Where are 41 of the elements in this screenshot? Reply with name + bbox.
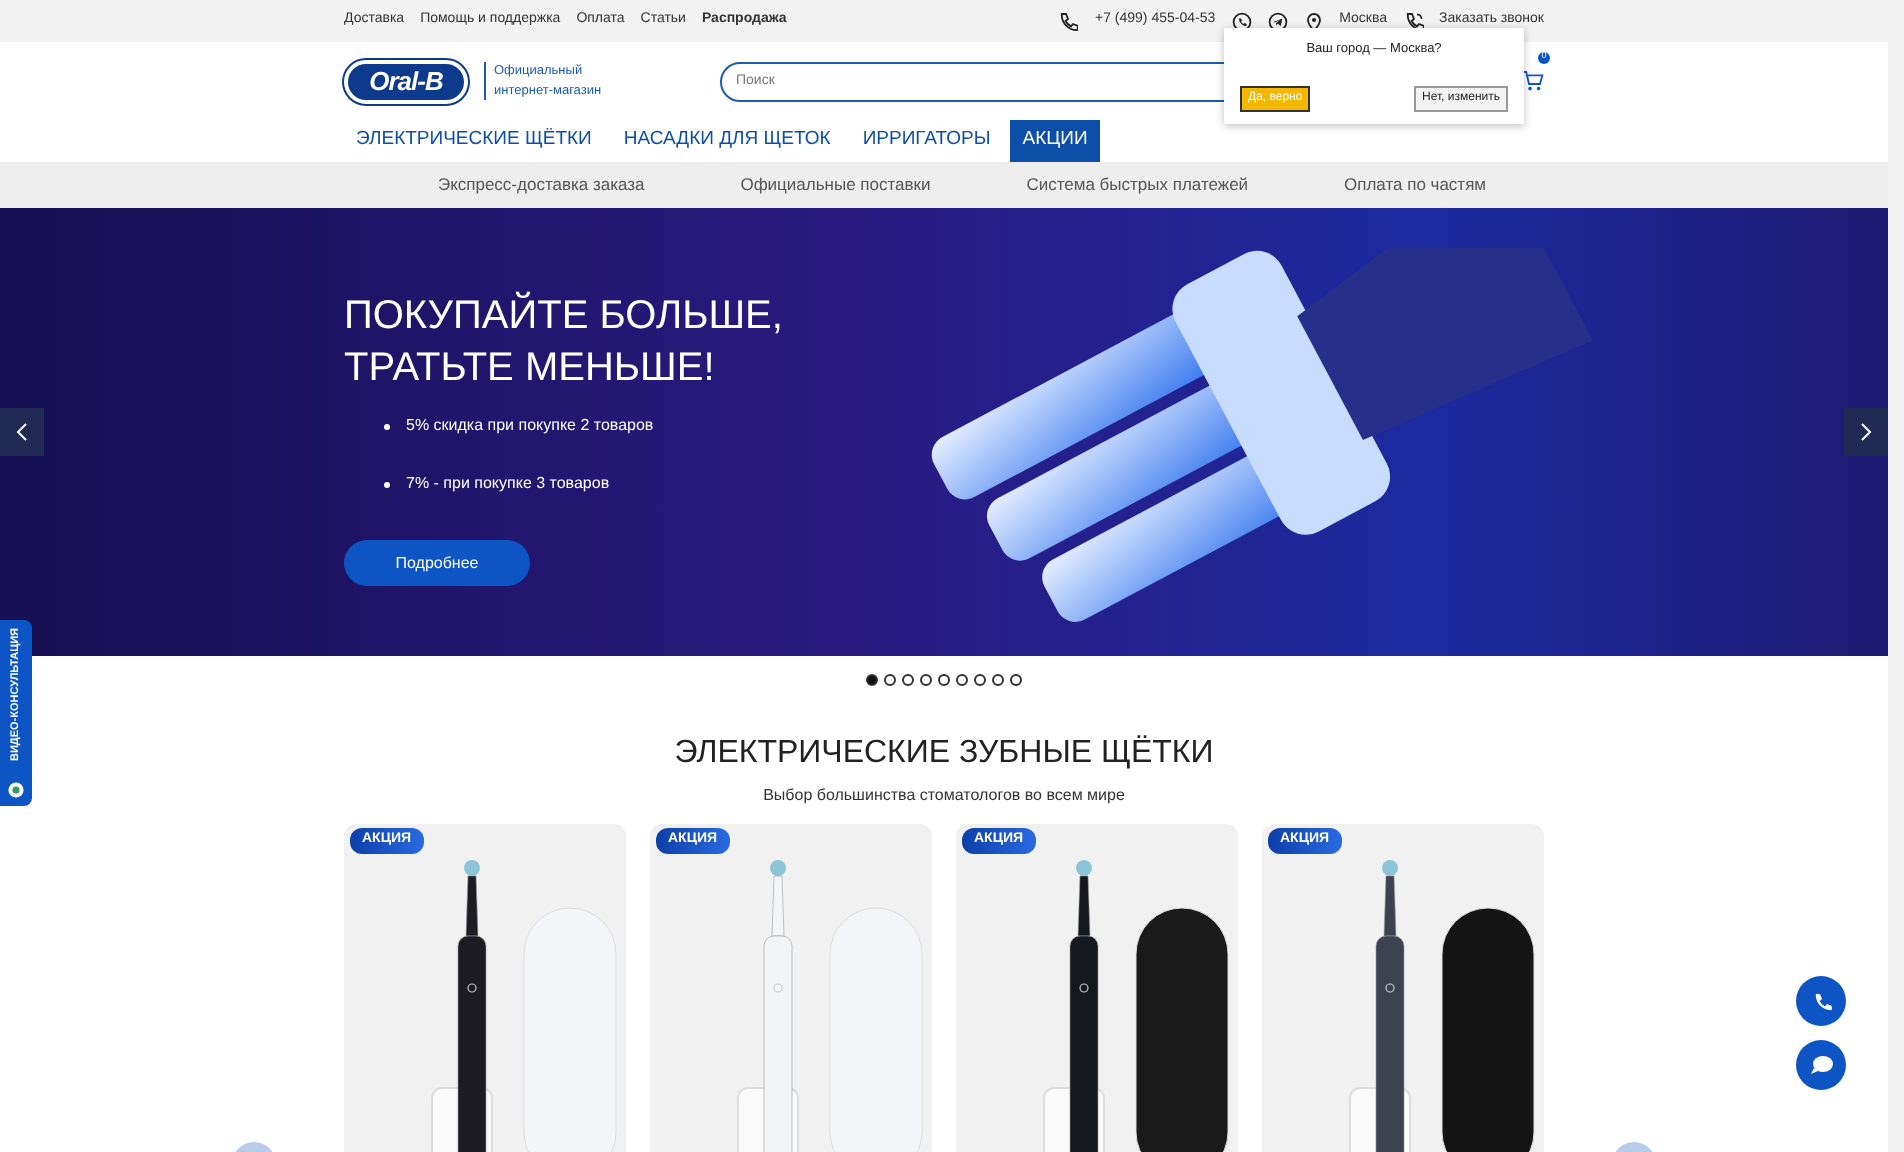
slide-indicator-dot[interactable] <box>902 674 914 686</box>
category-tab[interactable]: ИРРИГАТОРЫ <box>850 120 1003 162</box>
slide-indicator-dot[interactable] <box>938 674 950 686</box>
slide-indicator-dot[interactable] <box>992 674 1004 686</box>
call-button[interactable] <box>1796 976 1846 1026</box>
slide-indicator-dot[interactable] <box>866 674 878 686</box>
phone-callback-icon <box>1403 11 1424 31</box>
benefit-text: Экспресс-доставка заказа <box>437 172 645 198</box>
promo-bullet-text: 7% - при покупке 3 товаров <box>406 472 610 497</box>
promo-bullet-text: 5% скидка при покупке 2 товаров <box>406 414 654 439</box>
hero-title: ПОКУПАЙТЕ БОЛЬШЕ, ТРАТЬТЕ МЕНЬШЕ! <box>344 292 785 394</box>
chat-button[interactable] <box>1796 1040 1846 1090</box>
slide-indicator-dot[interactable] <box>1010 674 1022 686</box>
category-tab[interactable]: НАСАДКИ ДЛЯ ЩЕТОК <box>611 120 843 162</box>
phone-icon <box>1058 11 1079 31</box>
slide-indicator-dot[interactable] <box>956 674 968 686</box>
cart-icon <box>1522 69 1544 92</box>
slide-indicator-dot[interactable] <box>920 674 932 686</box>
benefit-text: Система быстрых платежей <box>1026 172 1249 198</box>
telegram-icon <box>1267 11 1288 31</box>
section-title: ЭЛЕКТРИЧЕСКИЕ ЗУБНЫЕ ЩЁТКИ <box>674 734 1214 773</box>
viber-icon <box>1231 11 1252 31</box>
bullet-icon <box>384 423 390 430</box>
category-tab[interactable]: ЭЛЕКТРИЧЕСКИЕ ЩЁТКИ <box>344 120 604 162</box>
more-button[interactable]: Подробнее <box>344 540 530 587</box>
chat-bubble-icon <box>1809 1054 1833 1076</box>
section-subtitle: Выбор большинства стоматологов во всем мире <box>763 784 1125 809</box>
chat-icon <box>8 782 24 798</box>
next-slide-button[interactable] <box>1844 408 1888 456</box>
location-pin-icon <box>1303 11 1324 31</box>
chevron-right-icon <box>1860 422 1872 442</box>
brand-logo[interactable]: Oral-B <box>344 59 468 103</box>
benefit-text: Оплата по частям <box>1343 172 1487 198</box>
bullet-icon <box>384 481 390 488</box>
phone-icon <box>1811 991 1831 1011</box>
benefit-text: Официальные поставки <box>740 172 931 198</box>
previous-slide-button[interactable] <box>0 408 44 456</box>
slide-indicator-dot[interactable] <box>884 674 896 686</box>
slide-indicator-dot[interactable] <box>974 674 986 686</box>
chevron-left-icon <box>16 422 28 442</box>
category-tab[interactable]: АКЦИИ <box>1010 120 1100 162</box>
